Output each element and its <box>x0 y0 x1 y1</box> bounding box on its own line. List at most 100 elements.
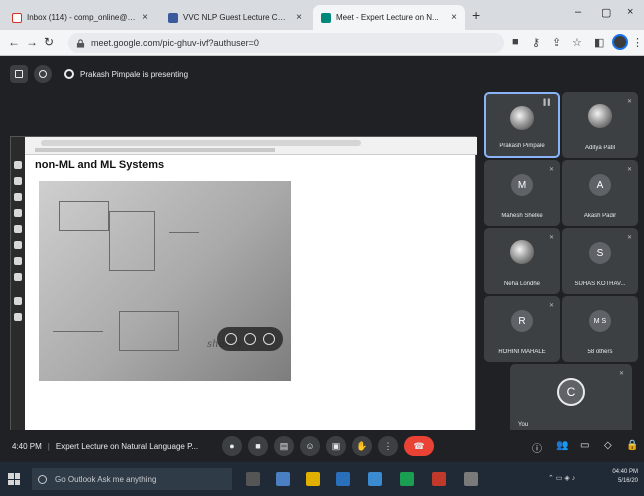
taskbar-search-placeholder: Go Outlook Ask me anything <box>55 474 157 484</box>
search-icon <box>38 474 47 484</box>
participant-avatar: A <box>589 174 611 196</box>
participant-name: Akash Padir <box>583 213 617 219</box>
mic-muted-icon: ✕ <box>626 167 632 173</box>
lock-icon <box>76 38 85 48</box>
more-options-button[interactable]: ⋮ <box>378 436 398 456</box>
participant-tile[interactable]: ✕ S SUHAS KOTHAV... <box>562 228 638 294</box>
taskbar-search[interactable]: Go Outlook Ask me anything <box>32 468 232 490</box>
pin-icon[interactable] <box>34 65 52 83</box>
slide-whiteboard-image <box>39 181 291 381</box>
address-bar[interactable]: meet.google.com/pic-ghuv-ivf?authuser=0 <box>68 33 504 53</box>
presenting-icon <box>64 69 74 79</box>
start-button[interactable] <box>8 473 20 485</box>
task-view-icon[interactable] <box>246 472 260 486</box>
maximize-button[interactable]: ▢ <box>601 6 611 19</box>
new-tab-button[interactable]: + <box>472 7 480 23</box>
present-button[interactable]: ▣ <box>326 436 346 456</box>
sketch-box <box>109 211 155 271</box>
mic-active-icon: ▌▌ <box>543 100 552 106</box>
participant-tile[interactable]: ✕ M Mahesh Shelke <box>484 160 560 226</box>
close-window-button[interactable]: × <box>627 6 633 18</box>
share-icon[interactable]: ⇪ <box>552 36 561 49</box>
app-icon[interactable] <box>432 472 446 486</box>
layout-icon[interactable] <box>10 65 28 83</box>
mic-icon: ● <box>229 441 235 451</box>
chrome-icon[interactable] <box>400 472 414 486</box>
camera-indicator-icon[interactable]: ■ <box>512 36 519 48</box>
mic-button[interactable]: ● <box>222 436 242 456</box>
clock-time: 04:40 PM <box>612 469 638 475</box>
app-icon[interactable] <box>464 472 478 486</box>
shared-browser-chrome <box>11 137 477 155</box>
tab-title: Inbox (114) - comp_online@em... <box>27 13 137 22</box>
close-tab-icon[interactable]: × <box>296 12 302 23</box>
app-icon <box>14 177 22 185</box>
remove-icon[interactable] <box>262 333 275 345</box>
minimize-button[interactable]: – <box>575 6 581 18</box>
app-icon[interactable] <box>368 472 382 486</box>
meet-icon <box>321 12 331 23</box>
app-icon <box>14 313 22 321</box>
others-avatar: M S <box>589 310 611 332</box>
participant-avatar: S <box>589 242 611 264</box>
camera-icon: ■ <box>255 441 261 451</box>
participant-tile[interactable]: ✕ A Akash Padir <box>562 160 638 226</box>
tab-meet[interactable]: Meet - Expert Lecture on N... × <box>313 5 465 30</box>
app-icon <box>14 193 22 201</box>
mute-icon[interactable] <box>243 333 256 345</box>
extension-icon[interactable]: ◧ <box>594 36 604 49</box>
participant-tile[interactable]: ✕ Neha Londhe <box>484 228 560 294</box>
info-icon[interactable]: ⓘ <box>532 440 542 455</box>
mic-muted-icon: ✕ <box>548 303 554 309</box>
participant-photo <box>588 104 612 128</box>
key-icon[interactable]: ⚷ <box>532 36 540 49</box>
leave-call-button[interactable]: ☎ <box>404 436 434 456</box>
close-tab-icon[interactable]: × <box>142 12 148 23</box>
meeting-time: 4:40 PM <box>12 442 42 451</box>
participant-tile[interactable]: ✕ Aditya Patil <box>562 92 638 158</box>
emoji-icon: ☺ <box>305 441 315 451</box>
participant-photo <box>510 106 534 130</box>
raise-hand-button[interactable]: ✋ <box>352 436 372 456</box>
camera-button[interactable]: ■ <box>248 436 268 456</box>
close-tab-icon[interactable]: × <box>451 12 457 23</box>
hand-icon: ✋ <box>356 440 368 451</box>
lock-icon[interactable]: 🔒 <box>626 440 638 451</box>
others-tile[interactable]: M S 58 others <box>562 296 638 362</box>
participant-name: Aditya Patil <box>584 145 615 151</box>
pin-icon[interactable] <box>225 333 238 345</box>
file-explorer-icon[interactable] <box>306 472 320 486</box>
tab-vvc-nlp[interactable]: VVC NLP Guest Lecture COMP-... × <box>160 5 310 30</box>
emoji-button[interactable]: ☺ <box>300 436 320 456</box>
activities-icon[interactable]: ◇ <box>604 440 612 451</box>
bookmark-star-icon[interactable]: ☆ <box>572 36 582 49</box>
meet-stage: Prakash Pimpale is presenting non-ML and… <box>0 56 644 462</box>
captions-button[interactable]: ▤ <box>274 436 294 456</box>
participant-avatar: M <box>511 174 533 196</box>
menu-dots-icon[interactable]: ⋮ <box>632 36 643 49</box>
tray-icons[interactable]: ⌃ ▭ ◈ ♪ <box>548 474 575 482</box>
mic-muted-icon: ✕ <box>626 235 632 241</box>
participant-photo <box>510 240 534 264</box>
app-icon <box>14 273 22 281</box>
forward-button[interactable]: → <box>26 35 38 49</box>
profile-avatar[interactable] <box>612 34 628 50</box>
slide-title: non-ML and ML Systems <box>35 159 165 171</box>
edge-icon[interactable] <box>276 472 290 486</box>
chat-icon[interactable]: ▭ <box>580 440 589 451</box>
store-icon[interactable] <box>336 472 350 486</box>
participant-tile[interactable]: ▌▌ Prakash Pimpale <box>484 92 560 158</box>
reload-button[interactable]: ↻ <box>44 35 54 49</box>
participant-tile[interactable]: ✕ R ROHINI MAHALE <box>484 296 560 362</box>
self-tile[interactable]: ✕ C You <box>510 364 632 434</box>
system-clock[interactable]: 04:40 PM 5/16/20 <box>608 468 638 486</box>
shared-url-bar <box>41 140 361 146</box>
captions-icon: ▤ <box>279 440 289 451</box>
people-icon[interactable]: 👥 <box>556 440 568 451</box>
sketch-box <box>119 311 179 351</box>
clock-date: 5/16/20 <box>617 478 638 484</box>
present-icon: ▣ <box>331 440 341 451</box>
back-button[interactable]: ← <box>8 35 20 49</box>
shared-taskbar <box>11 137 25 443</box>
tab-gmail-inbox[interactable]: Inbox (114) - comp_online@em... × <box>4 5 156 30</box>
